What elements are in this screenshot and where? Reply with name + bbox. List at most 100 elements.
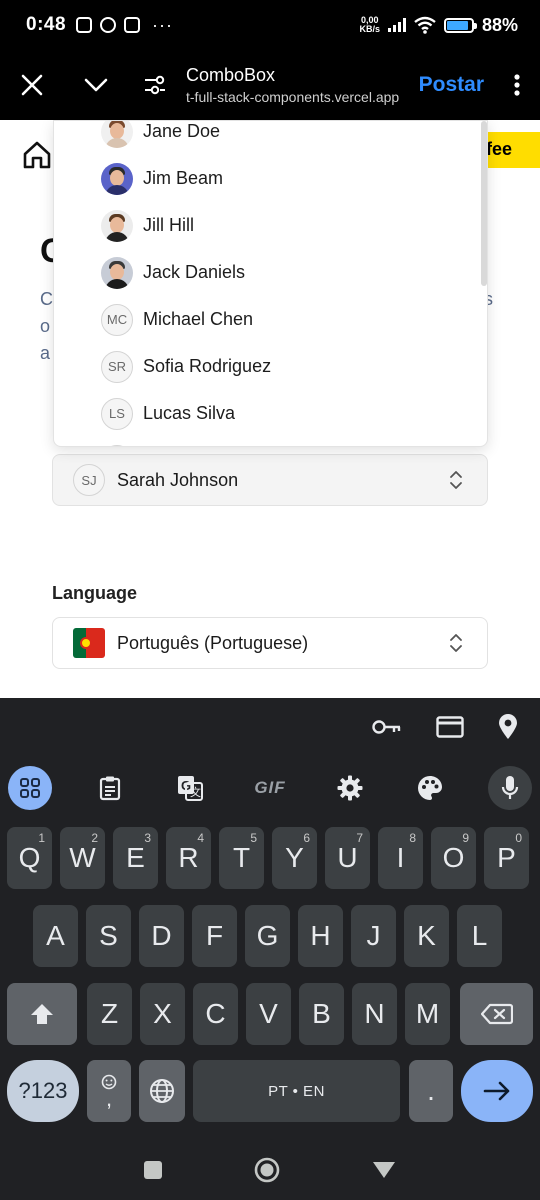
signal-icon bbox=[387, 18, 406, 32]
letter-key[interactable]: K bbox=[404, 905, 449, 967]
palette-icon bbox=[418, 776, 442, 800]
letter-key[interactable]: J bbox=[351, 905, 396, 967]
gif-label: GIF bbox=[254, 778, 286, 797]
status-time: 0:48 bbox=[26, 14, 67, 35]
key-letter: E bbox=[126, 842, 145, 873]
letter-key[interactable]: Y6 bbox=[272, 827, 317, 889]
letter-key[interactable]: G bbox=[245, 905, 290, 967]
back-triangle-icon[interactable] bbox=[372, 1161, 396, 1179]
location-icon[interactable] bbox=[498, 714, 518, 740]
list-item[interactable]: Jack Daniels bbox=[54, 249, 487, 296]
close-icon bbox=[21, 74, 43, 96]
space-key[interactable]: PT • EN bbox=[193, 1060, 400, 1122]
close-button[interactable] bbox=[0, 50, 64, 120]
letter-key[interactable]: B bbox=[299, 983, 344, 1045]
list-item-label: Michael Chen bbox=[143, 309, 254, 329]
autofill-bar bbox=[0, 698, 540, 756]
list-item-label: Jane Doe bbox=[143, 121, 221, 141]
letter-key[interactable]: Z bbox=[87, 983, 132, 1045]
list-item-label: Jack Daniels bbox=[143, 262, 246, 282]
key-icon[interactable] bbox=[372, 719, 402, 735]
list-item-label: Sofia Rodriguez bbox=[143, 356, 272, 376]
page-description: C o a bbox=[40, 286, 53, 367]
collapse-button[interactable] bbox=[64, 50, 128, 120]
more-notifications-icon: ··· bbox=[152, 14, 174, 35]
list-item[interactable]: LS Lucas Silva bbox=[54, 390, 487, 437]
voice-input-button[interactable] bbox=[488, 766, 532, 810]
key-number-hint: 7 bbox=[356, 831, 363, 845]
home-icon bbox=[23, 141, 51, 169]
translate-button[interactable]: G 文 bbox=[168, 766, 212, 810]
letter-key[interactable]: S bbox=[86, 905, 131, 967]
language-combobox[interactable]: Português (Portuguese) bbox=[52, 617, 488, 669]
letter-key[interactable]: F bbox=[192, 905, 237, 967]
theme-button[interactable] bbox=[408, 766, 452, 810]
letter-key[interactable]: T5 bbox=[219, 827, 264, 889]
clipboard-icon bbox=[99, 776, 121, 801]
letter-key[interactable]: W2 bbox=[60, 827, 105, 889]
chevron-down-icon bbox=[84, 78, 108, 92]
letter-key[interactable]: H bbox=[298, 905, 343, 967]
list-item-label: Jim Beam bbox=[143, 168, 224, 188]
recents-icon[interactable] bbox=[144, 1161, 162, 1179]
list-item-label: Jill Hill bbox=[143, 215, 194, 235]
battery-percent: 88% bbox=[481, 14, 518, 35]
letter-key[interactable]: A bbox=[33, 905, 78, 967]
letter-key[interactable]: D bbox=[139, 905, 184, 967]
avatar bbox=[101, 209, 133, 242]
enter-key[interactable] bbox=[461, 1060, 533, 1122]
period-key[interactable]: . bbox=[409, 1060, 453, 1122]
letter-key[interactable]: L bbox=[457, 905, 502, 967]
list-item[interactable]: SR Sofia Rodriguez bbox=[54, 343, 487, 390]
key-letter: W bbox=[69, 842, 96, 873]
letter-key[interactable]: V bbox=[246, 983, 291, 1045]
more-options-button[interactable] bbox=[494, 50, 540, 120]
home-circle-icon[interactable] bbox=[254, 1157, 280, 1183]
letter-key[interactable]: C bbox=[193, 983, 238, 1045]
instagram-icon bbox=[124, 17, 141, 33]
emoji-comma-key[interactable]: , bbox=[87, 1060, 131, 1122]
clipboard-button[interactable] bbox=[88, 766, 132, 810]
letter-key[interactable]: U7 bbox=[325, 827, 370, 889]
letter-key[interactable]: O9 bbox=[431, 827, 476, 889]
list-item[interactable]: Jim Beam bbox=[54, 155, 487, 202]
letter-key[interactable]: I8 bbox=[378, 827, 423, 889]
list-item[interactable]: MC Michael Chen bbox=[54, 296, 487, 343]
gif-button[interactable]: GIF bbox=[248, 766, 292, 810]
coffee-label: fee bbox=[486, 139, 513, 159]
post-button[interactable]: Postar bbox=[409, 73, 494, 97]
letter-key[interactable]: E3 bbox=[113, 827, 158, 889]
language-switch-key[interactable] bbox=[139, 1060, 185, 1122]
key-number-hint: 3 bbox=[144, 831, 151, 845]
backspace-key[interactable] bbox=[460, 983, 533, 1045]
list-item[interactable]: Jane Doe bbox=[54, 121, 487, 155]
page-title-block[interactable]: ComboBox t-full-stack-components.vercel.… bbox=[182, 65, 409, 105]
key-number-hint: 0 bbox=[515, 831, 522, 845]
shift-key[interactable] bbox=[7, 983, 77, 1045]
letter-key[interactable]: P0 bbox=[484, 827, 529, 889]
list-item-partial[interactable] bbox=[54, 437, 487, 446]
letter-key[interactable]: M bbox=[405, 983, 450, 1045]
page-settings-button[interactable] bbox=[128, 50, 182, 120]
list-item[interactable]: Jill Hill bbox=[54, 202, 487, 249]
tune-icon bbox=[145, 75, 165, 95]
language-combobox-value: Português (Portuguese) bbox=[117, 632, 309, 653]
mic-icon bbox=[501, 776, 519, 799]
key-letter: I bbox=[396, 842, 405, 873]
letter-key[interactable]: X bbox=[140, 983, 185, 1045]
language-label: Language bbox=[52, 583, 138, 603]
person-dropdown-list: Jane Doe Jim Beam Jill Hill Jack Daniels… bbox=[53, 120, 488, 447]
settings-button[interactable] bbox=[328, 766, 372, 810]
dropdown-scrollbar[interactable] bbox=[481, 121, 487, 286]
key-letter: Y bbox=[285, 842, 304, 873]
apps-grid-button[interactable] bbox=[8, 766, 52, 810]
person-combobox[interactable]: SJ Sarah Johnson bbox=[52, 454, 488, 506]
home-button[interactable] bbox=[22, 140, 52, 175]
instagram-icon bbox=[76, 17, 93, 33]
avatar: SR bbox=[101, 350, 133, 383]
letter-key[interactable]: Q1 bbox=[7, 827, 52, 889]
letter-key[interactable]: N bbox=[352, 983, 397, 1045]
symbols-key[interactable]: ?123 bbox=[7, 1060, 79, 1122]
letter-key[interactable]: R4 bbox=[166, 827, 211, 889]
card-icon[interactable] bbox=[436, 716, 464, 738]
